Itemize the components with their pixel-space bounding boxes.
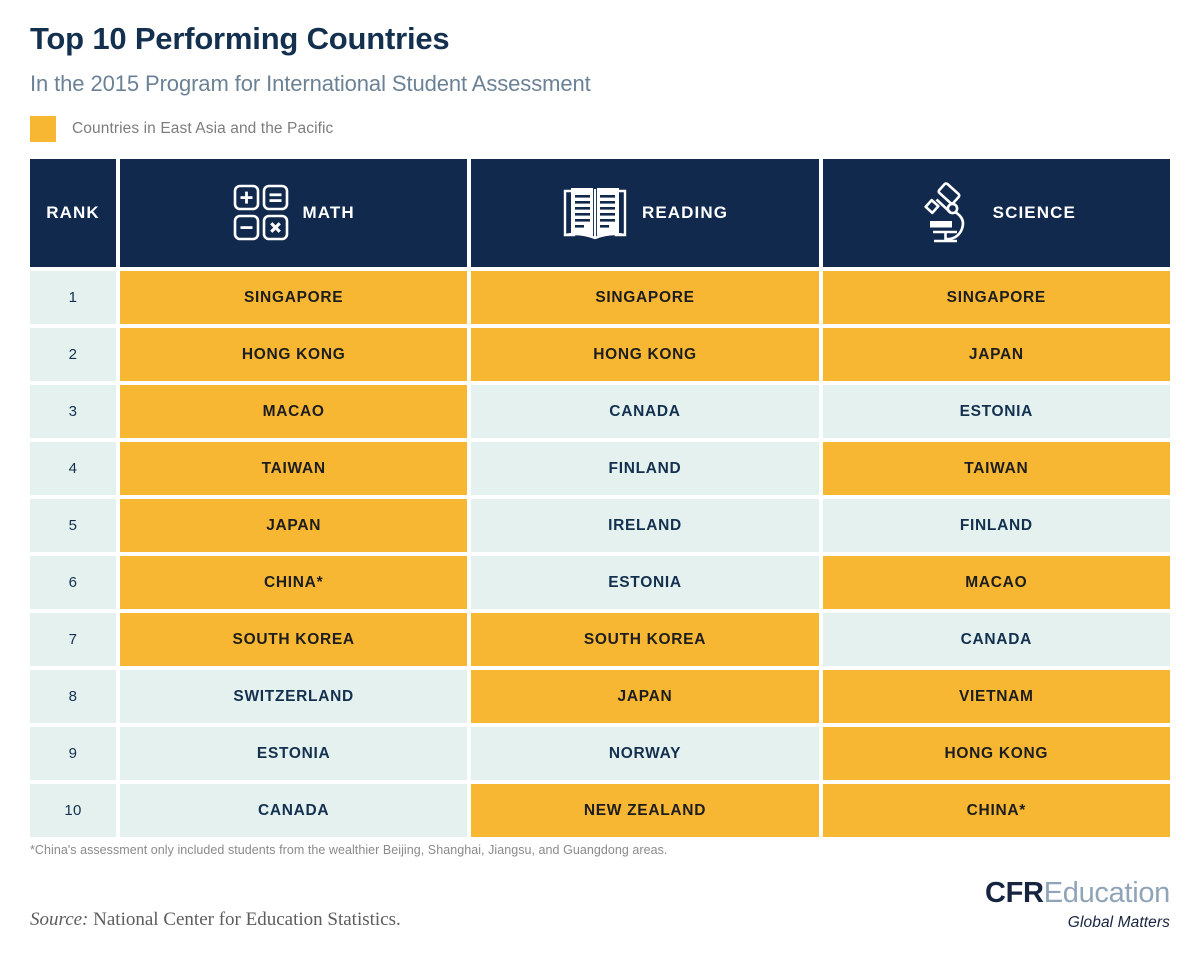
cell-country-science: CANADA [822,613,1170,667]
table-row: 10 CANADA NEW ZEALAND CHINA* [30,784,1170,838]
cell-rank: 2 [30,328,116,382]
cell-country-science: JAPAN [822,328,1170,382]
column-header-reading: READING [471,159,819,268]
cell-country-science: VIETNAM [822,670,1170,724]
cell-country-reading: FINLAND [471,442,819,496]
cell-country-reading: SOUTH KOREA [471,613,819,667]
cell-rank: 9 [30,727,116,781]
cell-rank: 10 [30,784,116,838]
table-row: 9 ESTONIA NORWAY HONG KONG [30,727,1170,781]
column-header-reading-label: READING [641,203,729,223]
cell-rank: 3 [30,385,116,439]
legend: Countries in East Asia and the Pacific [30,116,1170,143]
table-row: 1 SINGAPORE SINGAPORE SINGAPORE [30,271,1170,325]
page-title: Top 10 Performing Countries [30,21,450,56]
cell-country-science: CHINA* [822,784,1170,838]
column-header-math-label: MATH [302,203,355,223]
source-label: Source: [30,908,89,930]
logo-secondary: Education [1043,877,1171,910]
logo-tagline: Global Matters [1067,914,1170,932]
cell-country-math: SINGAPORE [120,271,468,325]
cell-country-science: HONG KONG [822,727,1170,781]
source-text: National Center for Education Statistics… [93,908,401,930]
cell-country-math: CANADA [120,784,468,838]
open-book-icon [562,184,628,242]
table-footnote: *China's assessment only included studen… [30,843,668,858]
cell-country-science: ESTONIA [822,385,1170,439]
cell-country-reading: NORWAY [471,727,819,781]
footer: Source: National Center for Education St… [30,879,1170,931]
cell-country-reading: JAPAN [471,670,819,724]
column-header-math: MATH [120,159,468,268]
table-header-row: RANK MATH READING SCIENCE [30,159,1170,268]
infographic-page: Top 10 Performing Countries In the 2015 … [0,0,1200,960]
cell-country-math: HONG KONG [120,328,468,382]
table-row: 4 TAIWAN FINLAND TAIWAN [30,442,1170,496]
column-header-science-label: SCIENCE [992,203,1076,223]
cell-country-reading: NEW ZEALAND [471,784,819,838]
page-subtitle: In the 2015 Program for International St… [30,70,591,96]
source-line: Source: National Center for Education St… [30,909,401,931]
table-row: 8 SWITZERLAND JAPAN VIETNAM [30,670,1170,724]
cell-country-reading: IRELAND [471,499,819,553]
microscope-icon [917,182,979,244]
table-row: 3 MACAO CANADA ESTONIA [30,385,1170,439]
cell-country-reading: ESTONIA [471,556,819,610]
cell-rank: 6 [30,556,116,610]
column-header-rank-label: RANK [46,203,100,223]
column-header-rank: RANK [30,159,116,268]
table-row: 6 CHINA* ESTONIA MACAO [30,556,1170,610]
cell-rank: 7 [30,613,116,667]
rankings-table: RANK MATH READING SCIENCE 1 SINGAPORE SI… [30,159,1170,838]
cell-country-math: ESTONIA [120,727,468,781]
cell-country-math: SWITZERLAND [120,670,468,724]
cell-rank: 1 [30,271,116,325]
column-header-science: SCIENCE [822,159,1170,268]
cell-country-math: SOUTH KOREA [120,613,468,667]
cell-country-reading: SINGAPORE [471,271,819,325]
cfr-education-logo: CFREducation Global Matters [985,879,1170,931]
cell-country-math: MACAO [120,385,468,439]
legend-color-swatch [30,116,56,143]
cell-rank: 4 [30,442,116,496]
logo-wordmark: CFREducation [985,879,1170,908]
table-row: 7 SOUTH KOREA SOUTH KOREA CANADA [30,613,1170,667]
table-body: 1 SINGAPORE SINGAPORE SINGAPORE 2 HONG KONG HO… [30,271,1170,838]
logo-primary: CFR [985,877,1044,910]
cell-country-math: JAPAN [120,499,468,553]
cell-country-science: SINGAPORE [822,271,1170,325]
cell-country-reading: CANADA [471,385,819,439]
cell-country-science: FINLAND [822,499,1170,553]
cell-country-science: MACAO [822,556,1170,610]
cell-country-math: CHINA* [120,556,468,610]
table-row: 2 HONG KONG HONG KONG JAPAN [30,328,1170,382]
cell-country-reading: HONG KONG [471,328,819,382]
cell-country-science: TAIWAN [822,442,1170,496]
calculator-icon [233,184,289,242]
cell-rank: 5 [30,499,116,553]
legend-label: Countries in East Asia and the Pacific [72,120,334,138]
cell-country-math: TAIWAN [120,442,468,496]
table-row: 5 JAPAN IRELAND FINLAND [30,499,1170,553]
cell-rank: 8 [30,670,116,724]
